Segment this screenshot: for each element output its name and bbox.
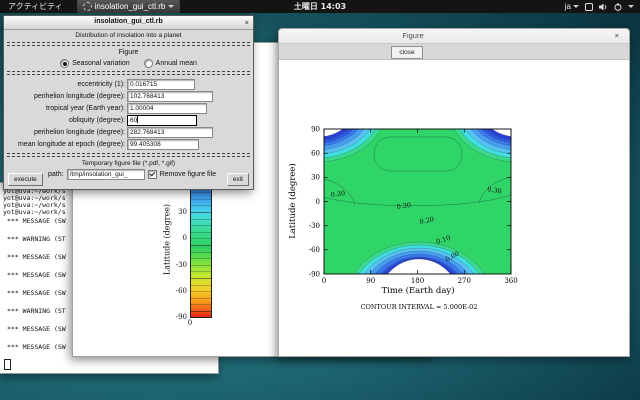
separator — [7, 42, 250, 46]
terminal-log-line: *** MESSAGE (SW — [7, 253, 77, 261]
text-cursor — [137, 116, 138, 123]
x-tick-label: 0 — [322, 277, 326, 285]
field-label: eccentricity (1): — [4, 81, 125, 88]
figure-window-titlebar[interactable]: Figure × — [279, 29, 629, 44]
terminal-cursor — [4, 359, 11, 370]
chevron-down-icon — [573, 5, 579, 8]
behind-y-tick: 30 — [169, 208, 187, 216]
x-tick-label: 270 — [458, 277, 471, 285]
active-app-menu[interactable]: insolation_gui_ctl.rb — [77, 0, 181, 13]
field-row-tropical-year: tropical year (Earth year): 1.00004 — [4, 102, 253, 114]
contour-plot: 90 60 30 0 -30 -60 -90 0 90 180 270 360 … — [279, 59, 629, 356]
behind-y-tick: -30 — [169, 261, 187, 269]
activities-button[interactable]: アクティビティ — [8, 1, 63, 12]
terminal-log-line: *** MESSAGE (SW — [7, 289, 77, 297]
y-tick-label: -60 — [309, 246, 320, 254]
field-label: tropical year (Earth year): — [4, 105, 125, 112]
terminal-log-line: *** MESSAGE (SW — [7, 325, 77, 333]
field-label: obliquity (degree): — [4, 117, 125, 124]
y-tick-label: -30 — [309, 222, 320, 230]
radio-annual-label: Annual mean — [156, 60, 197, 67]
dialog-description: Distribution of insolation into a planet — [4, 32, 253, 39]
radio-seasonal-variation[interactable]: Seasonal variation — [60, 59, 130, 68]
field-label: perihelion longitude (degree): — [4, 93, 125, 100]
obliquity-entry[interactable]: 60 — [127, 115, 197, 126]
x-tick-label: 90 — [366, 277, 375, 285]
figure-section-heading: Figure — [4, 49, 253, 56]
chevron-down-icon — [628, 5, 634, 8]
radio-annual-mean[interactable]: Annual mean — [144, 59, 197, 68]
y-tick-label: 0 — [316, 198, 320, 206]
close-button[interactable]: close — [391, 46, 423, 59]
close-icon[interactable]: × — [245, 18, 249, 27]
behind-x-tick: 0 — [185, 319, 195, 327]
mean-longitude-entry[interactable]: 99.405308 — [127, 139, 199, 150]
y-tick-label: 60 — [311, 150, 320, 158]
x-tick-label: 360 — [504, 277, 517, 285]
radio-selected-icon — [60, 59, 69, 68]
terminal-log-line: *** WARNING (ST — [7, 307, 77, 315]
y-tick-label: 30 — [311, 174, 320, 182]
desktop: yot@uva:~/work/s yot@uva:~/work/s yot@uv… — [0, 0, 640, 400]
field-row-eccentricity: eccentricity (1): 0.016715 — [4, 78, 253, 90]
field-row-mean-longitude: mean longitude at epoch (degree): 99.405… — [4, 138, 253, 150]
execute-button[interactable]: execute — [8, 173, 43, 186]
x-tick-label: 180 — [411, 277, 424, 285]
dialog-title: insolation_gui_ctl.rb — [4, 18, 253, 25]
separator — [7, 153, 250, 157]
input-method-label: ja — [565, 2, 571, 11]
figure-mode-radios: Seasonal variation Annual mean — [4, 59, 253, 68]
figure-window: Figure × close — [278, 28, 630, 357]
field-row-perihelion-longitude-1: perihelion longitude (degree): 102.76841… — [4, 90, 253, 102]
power-icon[interactable] — [614, 3, 622, 11]
input-method-menu[interactable]: ja — [565, 2, 579, 11]
figure-window-title: Figure — [383, 31, 443, 40]
close-icon[interactable]: × — [615, 31, 619, 40]
terminal-prompt-line: yot@uva:~/work/s — [3, 208, 73, 216]
terminal-log-line: *** MESSAGE (SW — [7, 271, 77, 279]
dialog-buttons: execute exit — [8, 173, 249, 186]
tropical-year-entry[interactable]: 1.00004 — [127, 103, 207, 114]
contour-interval-caption: CONTOUR INTERVAL = 5.000E-02 — [361, 303, 478, 311]
terminal-log-line: *** MESSAGE (SW — [7, 217, 77, 225]
x-axis-label: Time (Earth day) — [381, 285, 454, 296]
tempfile-heading: Temporary figure file (*.pdf, *.gif) — [4, 160, 253, 167]
insolation-control-dialog: insolation_gui_ctl.rb × Distribution of … — [3, 15, 254, 190]
accessibility-icon[interactable] — [585, 3, 593, 11]
field-label: mean longitude at epoch (degree): — [4, 141, 125, 148]
y-tick-label: 90 — [311, 126, 320, 134]
y-axis-label: Latitude (degree) — [287, 163, 298, 239]
eccentricity-entry[interactable]: 0.016715 — [127, 79, 195, 90]
y-tick-label: -90 — [309, 271, 320, 279]
terminal-log-line: *** MESSAGE (SW — [7, 343, 77, 351]
system-tray: ja — [565, 0, 634, 13]
dialog-titlebar[interactable]: insolation_gui_ctl.rb × — [4, 16, 253, 30]
field-row-perihelion-longitude-2: perihelion longitude (degree): 282.76841… — [4, 126, 253, 138]
field-row-obliquity: obliquity (degree): 60 — [4, 114, 253, 126]
figure-toolbar: close — [279, 44, 629, 60]
gnome-top-bar: アクティビティ insolation_gui_ctl.rb 土曜日 14:03 … — [0, 0, 640, 13]
perihelion-longitude-epoch-entry[interactable]: 282.768413 — [127, 127, 213, 138]
separator — [7, 71, 250, 75]
behind-y-tick: -60 — [169, 287, 187, 295]
field-label: perihelion longitude (degree): — [4, 129, 125, 136]
active-app-title: insolation_gui_ctl.rb — [95, 2, 166, 11]
radio-seasonal-label: Seasonal variation — [72, 60, 130, 67]
volume-icon[interactable] — [599, 3, 608, 11]
obliquity-value: 60 — [130, 117, 137, 124]
exit-button[interactable]: exit — [227, 173, 249, 186]
terminal-log-line: *** WARNING (ST — [7, 235, 77, 243]
behind-y-tick: 0 — [169, 234, 187, 242]
dialog-body: Distribution of insolation into a planet… — [4, 29, 253, 189]
chevron-down-icon — [168, 5, 174, 8]
app-icon — [83, 2, 92, 11]
radio-unselected-icon — [144, 59, 153, 68]
perihelion-longitude-entry[interactable]: 102.768413 — [127, 91, 213, 102]
